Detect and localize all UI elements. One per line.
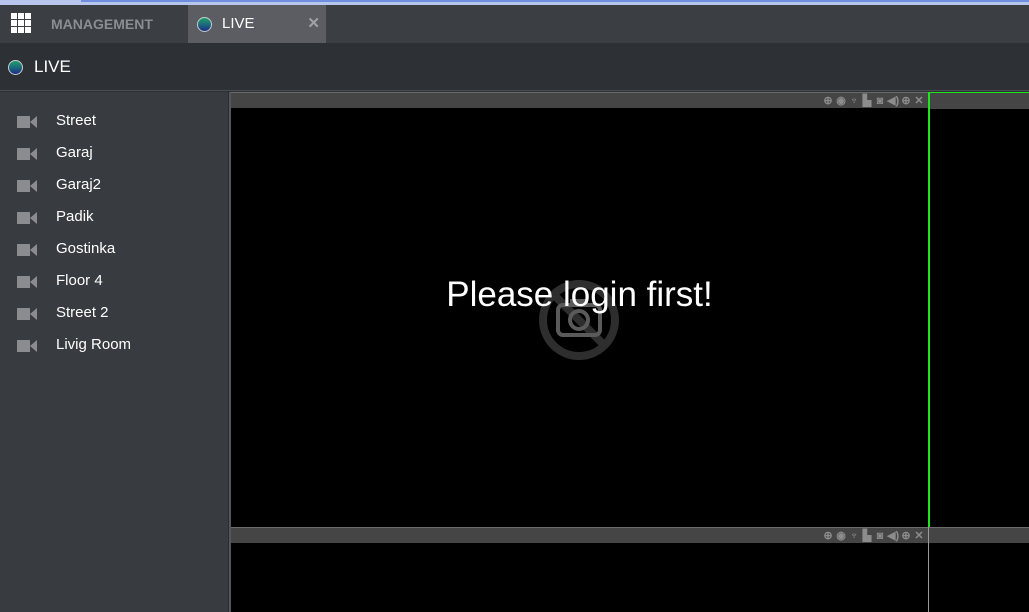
zoom-in-icon[interactable]: ⊕ (900, 530, 912, 543)
page-header: LIVE (0, 43, 1029, 91)
login-required-message: Please login first! (446, 275, 713, 314)
pane-toolbar (929, 527, 1029, 543)
record-icon[interactable]: ▙ (861, 530, 873, 543)
microphone-icon[interactable]: ♆ (848, 95, 860, 108)
video-camera-icon (17, 212, 37, 224)
video-camera-icon (17, 148, 37, 160)
camera-list: Street Garaj Garaj2 Padik Gostinka Floor… (0, 92, 229, 612)
camera-item-floor-4[interactable]: Floor 4 (0, 269, 229, 297)
tab-live[interactable]: LIVE ✕ (188, 5, 326, 43)
video-camera-icon (17, 276, 37, 288)
ptz-icon[interactable]: ⊕ (822, 95, 834, 108)
tab-live-label: LIVE (222, 15, 255, 32)
close-icon[interactable]: ✕ (913, 530, 925, 543)
video-camera-icon (17, 308, 37, 320)
camera-item-padik[interactable]: Padik (0, 205, 229, 233)
camera-label: Street (56, 112, 97, 129)
microphone-icon[interactable]: ♆ (848, 530, 860, 543)
pane-toolbar (930, 93, 1029, 109)
video-grid: ⊕ ◉ ♆ ▙ ◙ ◀) ⊕ ✕ Please login first! ⊕ ◉… (229, 92, 1029, 612)
audio-icon[interactable]: ◀) (887, 95, 899, 108)
video-pane-3[interactable]: ⊕ ◉ ♆ ▙ ◙ ◀) ⊕ ✕ (231, 527, 928, 612)
camera-item-street[interactable]: Street (0, 109, 229, 137)
camera-label: Garaj (56, 144, 93, 161)
status-dot-icon (197, 17, 212, 32)
tab-management[interactable]: MANAGEMENT (40, 5, 188, 43)
close-icon[interactable]: ✕ (913, 95, 925, 108)
ptz-icon[interactable]: ⊕ (822, 530, 834, 543)
video-camera-icon (17, 180, 37, 192)
pane-toolbar: ⊕ ◉ ♆ ▙ ◙ ◀) ⊕ ✕ (231, 92, 928, 108)
camera-label: Floor 4 (56, 272, 103, 289)
video-pane-1[interactable]: ⊕ ◉ ♆ ▙ ◙ ◀) ⊕ ✕ Please login first! (231, 92, 928, 527)
camera-label: Gostinka (56, 240, 116, 257)
camera-label: Padik (56, 208, 94, 225)
video-pane-2-selected[interactable] (928, 92, 1029, 527)
eye-icon[interactable]: ◉ (835, 95, 847, 108)
close-tab-icon[interactable]: ✕ (307, 5, 320, 43)
status-dot-icon (8, 60, 23, 75)
tab-bar: MANAGEMENT LIVE ✕ (0, 5, 1029, 43)
video-pane-4[interactable] (928, 527, 1029, 612)
snapshot-icon[interactable]: ◙ (874, 95, 886, 108)
camera-item-garaj2[interactable]: Garaj2 (0, 173, 229, 201)
window-top-line (81, 0, 1029, 2)
pane-tools: ⊕ ◉ ♆ ▙ ◙ ◀) ⊕ ✕ (822, 94, 925, 108)
camera-label: Garaj2 (56, 176, 102, 193)
zoom-in-icon[interactable]: ⊕ (900, 95, 912, 108)
eye-icon[interactable]: ◉ (835, 530, 847, 543)
video-camera-icon (17, 340, 37, 352)
camera-item-gostinka[interactable]: Gostinka (0, 237, 229, 265)
pane-tools: ⊕ ◉ ♆ ▙ ◙ ◀) ⊕ ✕ (822, 529, 925, 543)
camera-item-street-2[interactable]: Street 2 (0, 301, 229, 329)
camera-label: Street 2 (56, 304, 109, 321)
video-camera-icon (17, 244, 37, 256)
pane-toolbar: ⊕ ◉ ♆ ▙ ◙ ◀) ⊕ ✕ (231, 527, 928, 543)
snapshot-icon[interactable]: ◙ (874, 530, 886, 543)
camera-item-livig-room[interactable]: Livig Room (0, 333, 229, 361)
page-title: LIVE (34, 57, 71, 76)
grid-icon[interactable] (11, 13, 31, 33)
camera-item-garaj[interactable]: Garaj (0, 141, 229, 169)
video-camera-icon (17, 116, 37, 128)
audio-icon[interactable]: ◀) (887, 530, 899, 543)
record-icon[interactable]: ▙ (861, 95, 873, 108)
camera-label: Livig Room (56, 336, 132, 353)
